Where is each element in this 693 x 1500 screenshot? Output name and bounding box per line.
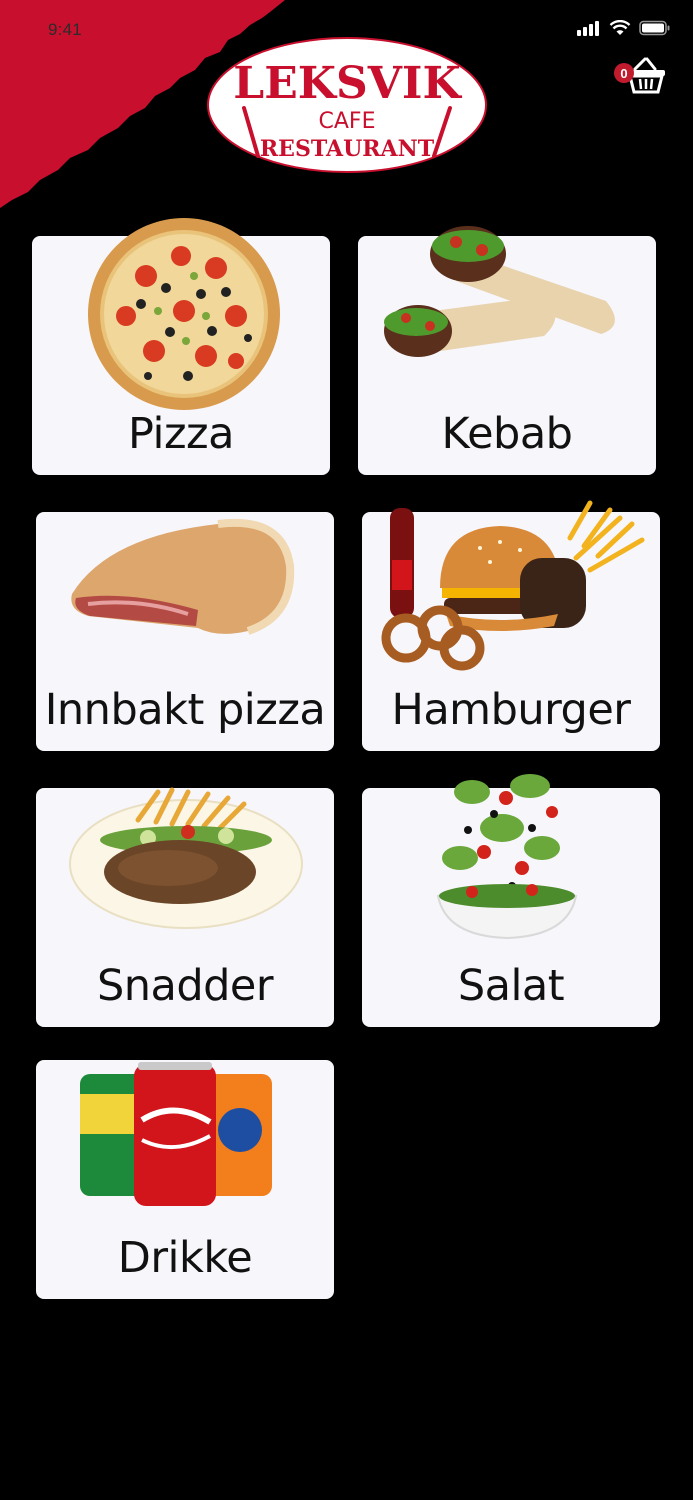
category-card-pizza[interactable]: Pizza [32, 218, 330, 475]
soda-cans-image [80, 1062, 272, 1206]
category-label-drikke: Drikke [117, 1233, 253, 1283]
cart-count-badge: 0 [614, 63, 634, 83]
category-card-snadder[interactable]: Snadder [36, 787, 334, 1027]
category-label-innbakt-pizza: Innbakt pizza [44, 685, 326, 735]
cart-button[interactable]: 0 [613, 57, 669, 97]
hamburger-meal-image [381, 500, 645, 671]
category-card-salat[interactable]: Salat [362, 774, 660, 1027]
salad-bowl-image [436, 774, 578, 940]
category-label-hamburger: Hamburger [391, 685, 631, 735]
category-card-hamburger[interactable]: Hamburger [362, 500, 660, 751]
pizza-image [88, 218, 280, 410]
category-card-kebab[interactable]: Kebab [358, 226, 656, 475]
calzone-image [71, 519, 295, 635]
cellular-signal-icon [577, 21, 599, 36]
kebab-image [384, 226, 615, 357]
snadder-plate-image [69, 787, 303, 929]
logo-line3: RESTAURANT [260, 136, 435, 162]
category-label-salat: Salat [457, 961, 565, 1011]
category-card-innbakt-pizza[interactable]: Innbakt pizza [36, 512, 334, 751]
battery-icon [639, 20, 670, 36]
logo-line2: CAFE [319, 109, 376, 134]
status-time: 9:41 [48, 20, 82, 39]
restaurant-logo: LEKSVIK CAFE RESTAURANT [207, 37, 487, 173]
category-card-drikke[interactable]: Drikke [36, 1060, 334, 1299]
category-label-kebab: Kebab [441, 409, 573, 459]
category-label-snadder: Snadder [96, 961, 274, 1011]
category-label-pizza: Pizza [128, 409, 234, 459]
logo-line1: LEKSVIK [233, 58, 462, 109]
wifi-icon [609, 20, 631, 35]
